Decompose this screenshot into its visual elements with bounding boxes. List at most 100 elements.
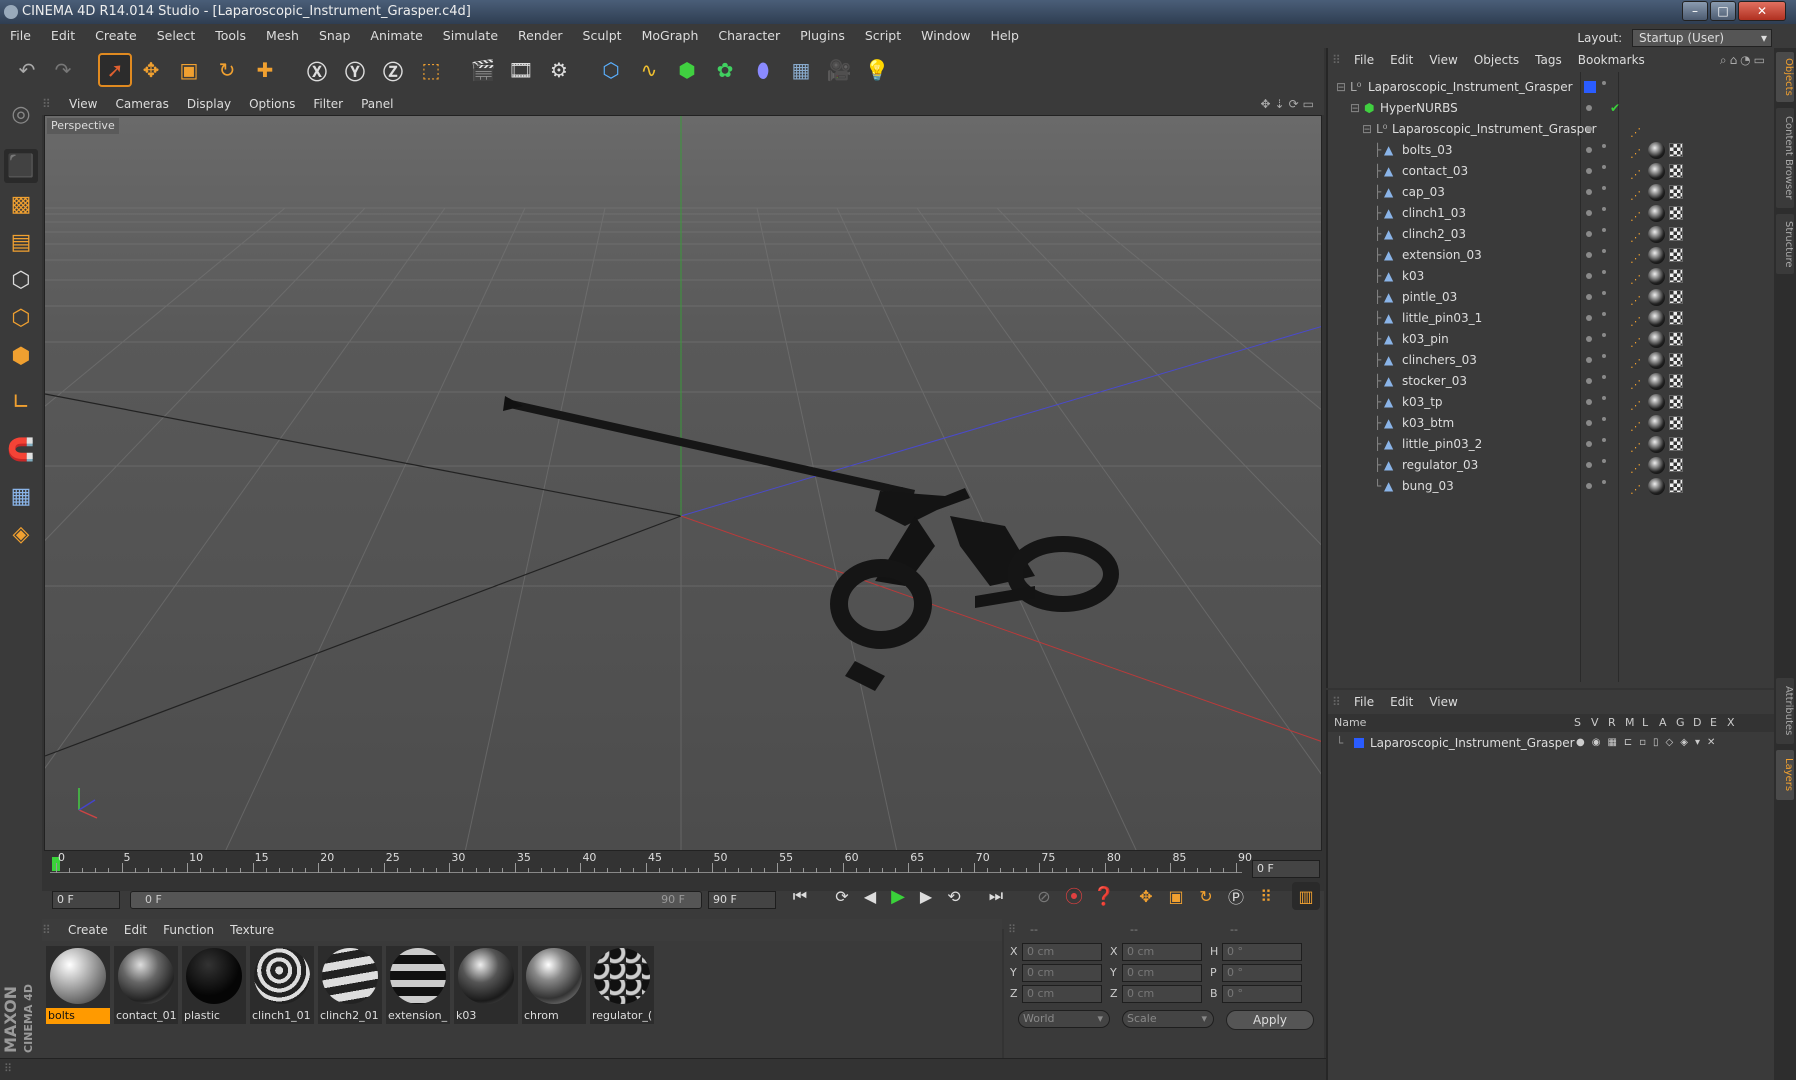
polygons-mode-icon[interactable]: ⬢ — [4, 339, 38, 373]
material-swatch[interactable]: chrom — [522, 946, 586, 1024]
material-menu-create[interactable]: Create — [60, 919, 116, 941]
material-swatch[interactable]: clinch2_01 — [318, 946, 382, 1024]
add-icon[interactable]: ✚ — [248, 53, 282, 87]
uvw-tag-icon[interactable] — [1669, 248, 1683, 262]
redo-icon[interactable]: ↷ — [46, 53, 80, 87]
checkmark-icon[interactable]: ✔ — [1610, 98, 1620, 119]
uvw-tag-icon[interactable] — [1669, 395, 1683, 409]
material-swatch[interactable]: regulator_( — [590, 946, 654, 1024]
layer-menu-edit[interactable]: Edit — [1382, 690, 1421, 714]
undo-icon[interactable]: ↶ — [10, 53, 44, 87]
layer-column-header[interactable]: S — [1574, 714, 1581, 732]
array-icon[interactable]: ✿ — [708, 53, 742, 87]
camera-icon[interactable]: 🎥 — [822, 53, 856, 87]
phong-tag-icon[interactable]: ⋰ — [1630, 227, 1644, 244]
object-row[interactable]: ├ ▲ k03_btm ⋰ — [1328, 413, 1774, 434]
bounce-icon[interactable]: ⟲ — [940, 882, 968, 910]
material-tag-icon[interactable] — [1648, 457, 1665, 474]
menu-script[interactable]: Script — [855, 24, 911, 48]
material-swatch[interactable]: clinch1_01 — [250, 946, 314, 1024]
object-row[interactable]: ├ ▲ bolts_03 ⋰ — [1328, 140, 1774, 161]
menu-snap[interactable]: Snap — [309, 24, 360, 48]
object-row[interactable]: ├ ▲ contact_03 ⋰ — [1328, 161, 1774, 182]
material-tag-icon[interactable] — [1648, 184, 1665, 201]
object-row[interactable]: ├ ▲ clinch1_03 ⋰ — [1328, 203, 1774, 224]
layer-column-header[interactable]: A — [1659, 714, 1667, 732]
floor-icon[interactable]: ▦ — [784, 53, 818, 87]
material-tag-icon[interactable] — [1648, 478, 1665, 495]
spline-icon[interactable]: ∿ — [632, 53, 666, 87]
viewport-menu-options[interactable]: Options — [240, 93, 304, 115]
minimize-button[interactable]: – — [1682, 1, 1708, 21]
layer-column-header[interactable]: V — [1591, 714, 1599, 732]
record-parameter-icon[interactable]: Ⓟ — [1222, 882, 1250, 910]
coord-value-field[interactable]: 0 cm — [1022, 943, 1102, 961]
record-icon[interactable]: ⦿ — [1060, 882, 1088, 910]
material-tag-icon[interactable] — [1648, 310, 1665, 327]
maximize-button[interactable]: □ — [1710, 1, 1736, 21]
cube-icon[interactable]: ⬡ — [594, 53, 628, 87]
coord-system-dropdown[interactable]: World ▾ — [1018, 1010, 1110, 1028]
object-row[interactable]: ├ ▲ k03 ⋰ — [1328, 266, 1774, 287]
phong-tag-icon[interactable]: ⋰ — [1630, 122, 1644, 139]
phong-tag-icon[interactable]: ⋰ — [1630, 185, 1644, 202]
layer-column-header[interactable]: E — [1710, 714, 1717, 732]
material-swatch[interactable]: plastic — [182, 946, 246, 1024]
current-frame-field[interactable]: 0 F — [1252, 860, 1320, 878]
coord-value-field[interactable]: 0 ° — [1222, 964, 1302, 982]
tab-objects[interactable]: Objects — [1776, 52, 1794, 102]
coord-value-field[interactable]: 0 cm — [1122, 943, 1202, 961]
menu-file[interactable]: File — [0, 24, 41, 48]
go-to-start-icon[interactable]: ⏮ — [786, 882, 814, 910]
layer-column-header[interactable]: M — [1625, 714, 1635, 732]
object-row[interactable]: ├ ▲ cap_03 ⋰ — [1328, 182, 1774, 203]
workplane-lock-icon[interactable]: ▦ — [4, 479, 38, 513]
layer-menu-view[interactable]: View — [1421, 690, 1465, 714]
loop-icon[interactable]: ⟳ — [828, 882, 856, 910]
phong-tag-icon[interactable]: ⋰ — [1630, 290, 1644, 307]
tab-content-browser[interactable]: Content Browser — [1776, 108, 1794, 208]
uvw-tag-icon[interactable] — [1669, 416, 1683, 430]
uvw-tag-icon[interactable] — [1669, 479, 1683, 493]
uvw-tag-icon[interactable] — [1669, 332, 1683, 346]
object-row[interactable]: ├ ▲ little_pin03_2 ⋰ — [1328, 434, 1774, 455]
render-view-icon[interactable]: 🎬 — [466, 53, 500, 87]
uvw-tag-icon[interactable] — [1669, 290, 1683, 304]
rotate-icon[interactable]: ↻ — [210, 53, 244, 87]
object-menu-edit[interactable]: Edit — [1382, 48, 1421, 72]
play-icon[interactable]: ▶ — [884, 882, 912, 910]
layer-column-header[interactable]: R — [1608, 714, 1616, 732]
uvw-tag-icon[interactable] — [1669, 269, 1683, 283]
tab-attributes[interactable]: Attributes — [1776, 678, 1794, 744]
menu-help[interactable]: Help — [980, 24, 1029, 48]
tab-structure[interactable]: Structure — [1776, 214, 1794, 274]
material-swatch[interactable]: contact_01 — [114, 946, 178, 1024]
object-menu-file[interactable]: File — [1346, 48, 1382, 72]
record-rotation-icon[interactable]: ↻ — [1192, 882, 1220, 910]
magnet-icon[interactable]: 🧲 — [4, 433, 38, 467]
material-tag-icon[interactable] — [1648, 163, 1665, 180]
material-tag-icon[interactable] — [1648, 226, 1665, 243]
layer-toggle-icons[interactable]: ●◉▦⊏▫▯◇◈▾✕ — [1576, 734, 1722, 752]
phong-tag-icon[interactable]: ⋰ — [1630, 395, 1644, 412]
record-points-icon[interactable]: ⠿ — [1252, 882, 1280, 910]
menu-sculpt[interactable]: Sculpt — [573, 24, 632, 48]
object-row[interactable]: ├ ▲ extension_03 ⋰ — [1328, 245, 1774, 266]
menu-edit[interactable]: Edit — [41, 24, 85, 48]
collapse-icon[interactable]: ⊟ — [1336, 77, 1346, 98]
coord-value-field[interactable]: 0 cm — [1022, 985, 1102, 1003]
material-swatch[interactable]: extension_ — [386, 946, 450, 1024]
object-row[interactable]: ├ ▲ k03_tp ⋰ — [1328, 392, 1774, 413]
search-icon[interactable]: ⌕⌂◔▭ — [1720, 48, 1768, 72]
phong-tag-icon[interactable]: ⋰ — [1630, 311, 1644, 328]
material-tag-icon[interactable] — [1648, 331, 1665, 348]
phong-tag-icon[interactable]: ⋰ — [1630, 332, 1644, 349]
material-tag-icon[interactable] — [1648, 373, 1665, 390]
uvw-tag-icon[interactable] — [1669, 353, 1683, 367]
record-scale-icon[interactable]: ▣ — [1162, 882, 1190, 910]
viewport-menu-cameras[interactable]: Cameras — [106, 93, 177, 115]
autokey-icon[interactable]: ❓ — [1090, 882, 1118, 910]
material-tag-icon[interactable] — [1648, 247, 1665, 264]
material-swatch[interactable]: k03 — [454, 946, 518, 1024]
nurbs-icon[interactable]: ⬢ — [670, 53, 704, 87]
